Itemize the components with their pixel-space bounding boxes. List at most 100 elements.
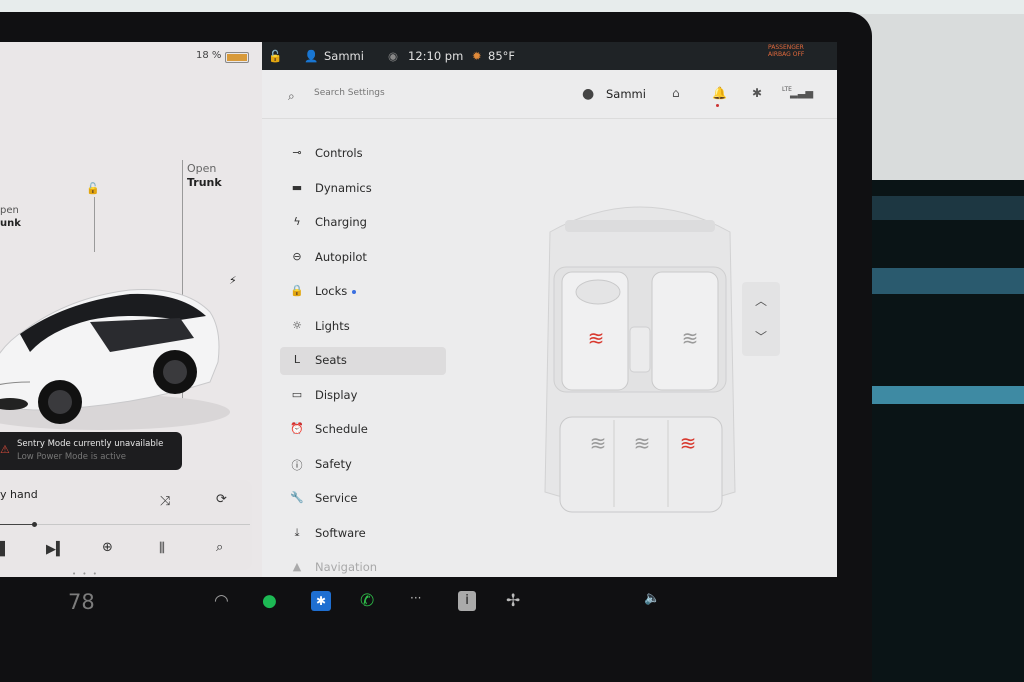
status-time: 12:10 pm (408, 49, 464, 63)
menu-item-label: Safety (315, 456, 352, 471)
sentry-title: Sentry Mode currently unavailable (17, 439, 164, 449)
progress-track[interactable] (0, 524, 250, 525)
car-icon: ▬ (291, 180, 303, 194)
bluetooth-icon[interactable]: ✱ (752, 86, 762, 100)
menu-item-autopilot[interactable]: ⊖ Autopilot (280, 244, 446, 272)
volume-icon[interactable]: 🔈 (644, 591, 660, 606)
dashboard-trim (870, 268, 1024, 294)
user-avatar-icon[interactable]: ● (582, 86, 594, 102)
menu-item-label: Software (315, 525, 366, 540)
seat-icon: ᒪ (293, 353, 301, 366)
open-frunk-button[interactable]: pen unk (0, 204, 21, 230)
scroll-control: ︿ ﹀ (742, 282, 780, 356)
menu-item-label: Lights (315, 318, 350, 333)
car-model-image (0, 289, 230, 430)
header-user-name[interactable]: Sammi (606, 87, 646, 101)
search-settings-input[interactable] (312, 87, 516, 99)
scroll-down-icon[interactable]: ﹀ (755, 328, 767, 345)
battery-percent: 18 % (196, 50, 222, 61)
frunk-open-text: pen (0, 205, 19, 216)
header-divider (262, 118, 837, 119)
page-indicator: • • • (72, 570, 99, 577)
update-dot (352, 290, 356, 294)
steering-wheel-icon: ⊖ (292, 249, 302, 263)
menu-item-display[interactable]: ▭ Display (280, 382, 446, 410)
menu-item-label: Locks (315, 284, 348, 298)
menu-item-schedule[interactable]: ⏰ Schedule (280, 416, 446, 444)
notification-dot (716, 104, 719, 107)
alert-circle-icon: ⓘ (291, 458, 303, 472)
menu-item-charging[interactable]: ϟ Charging (280, 209, 446, 237)
touchscreen: 18 % Open Trunk pen unk 🔓 ⚡ ⚠ Sentry Mod… (0, 42, 837, 577)
driver-seat-heat-icon: ≋ (588, 326, 605, 350)
menu-item-label: Autopilot (315, 249, 367, 264)
media-player: y hand ⤨ ⟳ ▌ ▶▍ ⊕ ⫼ ⌕ (0, 480, 252, 570)
display-icon: ▭ (291, 387, 303, 401)
dashboard-ambient-light (870, 386, 1024, 404)
menu-item-label: Navigation (315, 560, 378, 574)
menu-item-locks[interactable]: 🔒 Locks (280, 278, 446, 306)
frunk-label: unk (0, 218, 21, 229)
sentry-mode-alert[interactable]: ⚠ Sentry Mode currently unavailable Low … (0, 432, 182, 470)
progress-handle[interactable] (32, 522, 37, 527)
open-trunk-button[interactable]: Open (187, 162, 216, 175)
sentry-icon[interactable]: ◉ (388, 49, 398, 63)
climate-temperature[interactable]: 78 (68, 590, 95, 614)
airbag-line2: AIRBAG OFF (768, 51, 805, 58)
passenger-seat-heat-icon: ≋ (682, 326, 699, 350)
info-icon[interactable]: i (458, 591, 476, 611)
dashboard-trim (870, 196, 1024, 220)
fan-icon[interactable]: ✢ (506, 591, 520, 611)
status-bar: 🔓 👤 Sammi ◉ 12:10 pm ✹ 85°F PASSENGER AI… (262, 42, 837, 70)
menu-item-label: Display (315, 387, 358, 402)
status-user[interactable]: Sammi (324, 49, 364, 63)
warning-icon: ⚠ (0, 443, 10, 456)
battery-icon (225, 52, 249, 63)
menu-item-safety[interactable]: ⓘ Safety (280, 451, 446, 479)
shuffle-icon[interactable]: ⤨ (160, 494, 170, 509)
rear-right-seat-heat-icon: ≋ (680, 431, 697, 455)
repeat-icon[interactable]: ⟳ (216, 492, 227, 507)
menu-item-label: Controls (315, 146, 363, 160)
search-icon[interactable]: ⌕ (216, 540, 223, 555)
menu-item-navigation[interactable]: ▲ Navigation (280, 554, 446, 577)
play-icon[interactable]: ▌ (0, 542, 10, 557)
car-panel: 18 % Open Trunk pen unk 🔓 ⚡ ⚠ Sentry Mod… (0, 42, 262, 577)
profile-icon[interactable]: 👤 (304, 49, 318, 63)
menu-item-label: Dynamics (315, 180, 372, 195)
equalizer-icon[interactable]: ⫼ (159, 541, 165, 556)
menu-item-service[interactable]: 🔧 Service (280, 485, 446, 513)
menu-item-software[interactable]: ⤓ Software (280, 520, 446, 548)
phone-icon[interactable]: ✆ (360, 591, 374, 611)
more-apps-icon[interactable]: ··· (410, 591, 421, 605)
lock-status-icon[interactable]: 🔓 (268, 49, 282, 63)
spotify-icon[interactable]: ● (262, 591, 277, 611)
search-settings-icon: ⌕ (288, 89, 295, 103)
bell-icon[interactable]: 🔔 (712, 86, 727, 100)
bluetooth-app-icon[interactable]: ✱ (311, 591, 331, 611)
menu-item-label: Charging (315, 215, 367, 229)
menu-item-seats[interactable]: ᒪ Seats (280, 347, 446, 375)
menu-item-dynamics[interactable]: ▬ Dynamics (280, 175, 446, 203)
trunk-label[interactable]: Trunk (187, 176, 222, 189)
status-temp: 85°F (488, 49, 515, 63)
bolt-icon: ϟ (293, 215, 301, 228)
wiper-icon[interactable]: ◠ (214, 591, 229, 611)
menu-item-lights[interactable]: ☼ Lights (280, 313, 446, 341)
menu-item-controls[interactable]: ⊸ Controls (280, 140, 446, 168)
dashboard-background (866, 180, 1024, 682)
navigation-icon: ▲ (292, 560, 302, 573)
scroll-up-icon[interactable]: ︿ (755, 292, 767, 309)
menu-item-label: Schedule (315, 422, 368, 436)
rear-center-seat-heat-icon: ≋ (634, 431, 651, 455)
add-icon[interactable]: ⊕ (102, 540, 113, 555)
signal-icon: ▂▃▅ (790, 88, 814, 99)
song-title: y hand (0, 488, 38, 501)
unlock-icon[interactable]: 🔓 (86, 182, 100, 195)
alarm-clock-icon: ⏰ (290, 422, 304, 435)
menu-item-label: Service (315, 491, 358, 505)
next-track-icon[interactable]: ▶▍ (46, 542, 66, 557)
garage-icon[interactable]: ⌂ (672, 86, 680, 100)
charge-port-icon[interactable]: ⚡ (229, 274, 237, 287)
weather-icon: ✹ (472, 49, 482, 63)
